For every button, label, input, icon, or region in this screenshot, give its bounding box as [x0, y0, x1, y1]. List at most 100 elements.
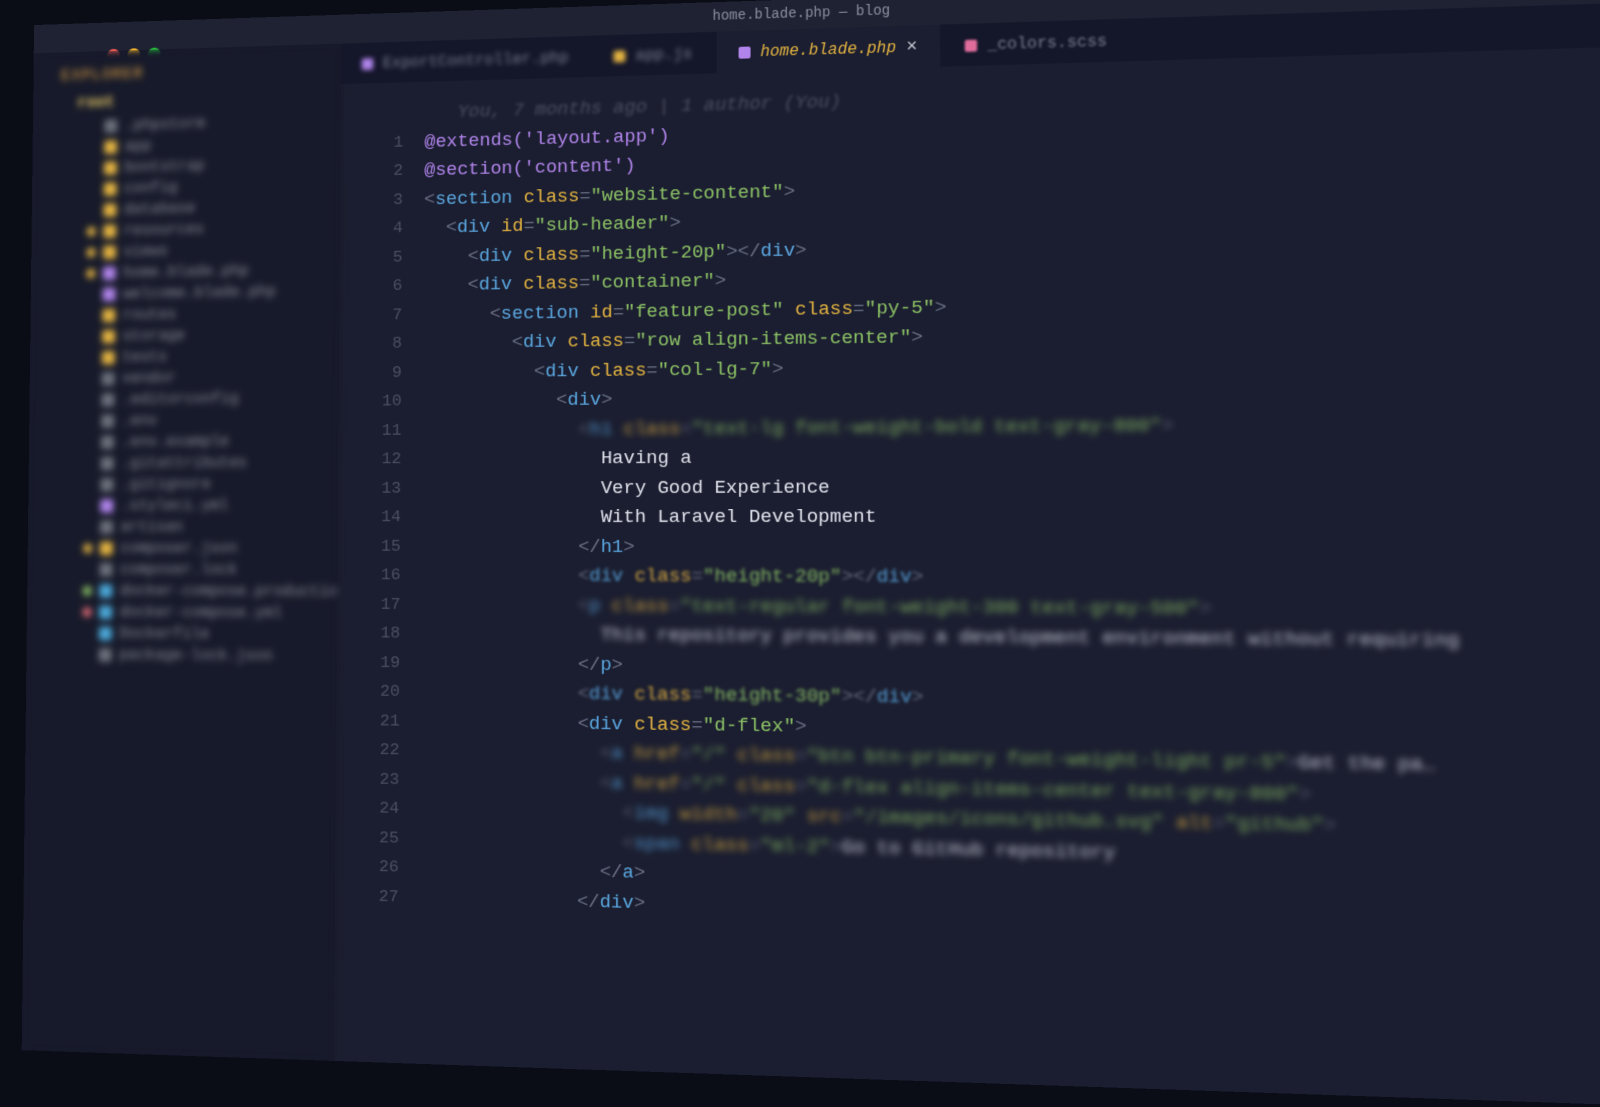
line-number: 8 — [339, 330, 402, 360]
git-status-icon — [84, 459, 93, 469]
file-label: composer.lock — [120, 561, 237, 579]
git-status-icon — [85, 332, 94, 342]
file-label: welcome.blade.php — [123, 283, 276, 303]
file-tree-item[interactable]: .env — [29, 409, 338, 433]
code-line[interactable]: <div class="height-20p"></div> — [422, 562, 1600, 596]
git-status-icon — [83, 522, 92, 532]
git-status-icon — [88, 122, 97, 132]
file-label: resources — [124, 221, 205, 240]
line-number: 23 — [336, 765, 400, 795]
line-number: 9 — [338, 359, 401, 388]
git-status-icon — [85, 374, 94, 384]
git-status-icon — [82, 650, 91, 660]
editor-tab[interactable]: ExportController.php — [341, 36, 590, 84]
file-tree-item[interactable]: composer.json — [28, 538, 338, 560]
line-number: 17 — [337, 590, 401, 619]
git-status-icon — [84, 501, 93, 511]
file-icon — [100, 478, 113, 492]
editor-tab[interactable]: _colors.scss — [942, 19, 1130, 67]
git-status-icon — [86, 269, 95, 279]
file-tree-item[interactable]: .editorconfig — [29, 387, 338, 411]
tab-file-icon — [738, 47, 750, 59]
file-label: bootstrap — [124, 157, 205, 176]
code-line[interactable]: Very Good Experience — [422, 470, 1600, 504]
file-label: package-lock.json — [119, 646, 273, 665]
line-number: 2 — [340, 157, 403, 187]
editor-tab[interactable]: home.blade.php × — [716, 25, 940, 74]
line-number: 26 — [335, 852, 399, 883]
file-icon — [100, 542, 113, 556]
file-tree-item[interactable]: docker-compose.production.yml — [27, 580, 337, 603]
file-tree-item[interactable]: vendor — [30, 366, 339, 390]
file-icon — [101, 436, 114, 450]
tab-label: ExportController.php — [383, 49, 569, 72]
file-label: .editorconfig — [122, 390, 239, 408]
file-label: config — [124, 179, 178, 197]
line-number: 22 — [336, 736, 400, 766]
file-icon — [101, 414, 114, 428]
file-tree-item[interactable]: package-lock.json — [26, 644, 336, 668]
line-number: 15 — [337, 533, 401, 562]
git-status-icon — [84, 480, 93, 490]
git-status-icon — [87, 164, 96, 174]
file-icon — [103, 267, 116, 281]
file-tree-item[interactable]: .gitignore — [28, 473, 337, 495]
file-label: .phpstorm — [125, 115, 206, 134]
file-tree-item[interactable]: artisan — [28, 516, 338, 538]
file-tree-item[interactable]: composer.lock — [27, 559, 337, 581]
file-icon — [99, 627, 112, 641]
line-number: 24 — [335, 794, 399, 824]
tab-label: home.blade.php — [760, 39, 896, 61]
window-title: home.blade.php — blog — [712, 3, 890, 25]
line-number: 6 — [339, 272, 402, 302]
file-label: vendor — [122, 370, 176, 388]
editor-tab[interactable]: app.js — [592, 32, 714, 77]
tab-label: app.js — [635, 45, 692, 64]
file-label: views — [123, 243, 168, 261]
file-tree-item[interactable]: .styleci.yml — [28, 495, 338, 517]
line-number: 21 — [336, 707, 400, 737]
file-label: docker-compose.yml — [119, 604, 282, 622]
file-icon — [103, 288, 116, 302]
file-label: artisan — [120, 518, 183, 535]
tab-file-icon — [362, 58, 374, 70]
file-label: routes — [123, 306, 177, 324]
line-number-gutter: 1234567891011121314151617181920212223242… — [334, 82, 417, 1064]
line-number: 1 — [340, 129, 403, 159]
git-status-icon — [82, 629, 91, 639]
file-explorer: EXPLORER root .phpstormappbootstrapconfi… — [22, 44, 341, 1061]
file-label: Dockerfile — [119, 625, 209, 643]
file-label: storage — [122, 327, 185, 345]
file-tree-item[interactable]: docker-compose.yml — [27, 601, 337, 624]
file-icon — [104, 140, 117, 154]
file-icon — [100, 499, 113, 513]
git-status-icon — [87, 185, 96, 195]
line-number: 14 — [337, 503, 401, 532]
file-icon — [102, 330, 115, 344]
line-number: 27 — [335, 881, 399, 912]
tab-label: _colors.scss — [987, 32, 1107, 54]
file-icon — [101, 457, 114, 471]
tab-file-icon — [614, 50, 626, 62]
line-number: 16 — [337, 561, 401, 590]
git-status-icon — [83, 544, 92, 554]
file-tree-item[interactable]: .env.example — [29, 430, 338, 453]
code-line[interactable]: With Laravel Development — [422, 501, 1600, 532]
file-icon — [99, 605, 112, 619]
code-line[interactable]: </h1> — [422, 532, 1600, 563]
file-tree-item[interactable]: Dockerfile — [27, 622, 337, 645]
file-label: app — [124, 138, 151, 156]
code-content[interactable]: You, 7 months ago | 1 author (You)@exten… — [411, 46, 1600, 1106]
file-label: .styleci.yml — [121, 497, 229, 515]
git-status-icon — [83, 586, 92, 596]
file-icon — [103, 245, 116, 259]
close-tab-icon[interactable]: × — [906, 37, 917, 57]
vscode-window: home.blade.php — blog EXPLORER root .php… — [22, 0, 1600, 1107]
file-icon — [101, 393, 114, 407]
git-status-icon — [87, 206, 96, 216]
file-icon — [103, 203, 116, 217]
file-label: home.blade.php — [123, 262, 249, 281]
file-tree-item[interactable]: .gitattributes — [29, 452, 338, 475]
file-icon — [99, 648, 112, 662]
file-icon — [100, 520, 113, 534]
